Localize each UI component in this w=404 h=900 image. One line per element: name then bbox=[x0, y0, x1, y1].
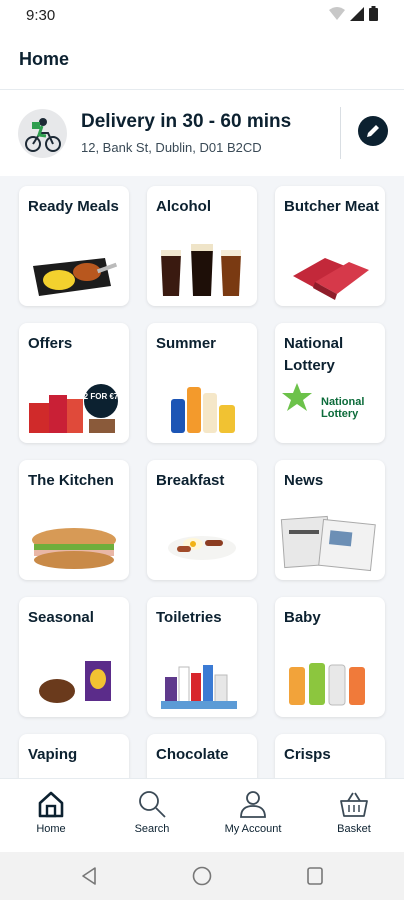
category-tile-national-lottery[interactable]: National Lottery National Lottery bbox=[275, 323, 385, 443]
status-icons bbox=[329, 6, 378, 21]
category-tile-baby[interactable]: Baby bbox=[275, 597, 385, 717]
category-label: National Lottery bbox=[284, 335, 344, 374]
nav-home[interactable]: Home bbox=[6, 789, 96, 835]
ready-meal-tray-icon bbox=[33, 258, 118, 296]
nav-basket-label: Basket bbox=[337, 823, 371, 835]
beer-glasses-icon bbox=[161, 244, 241, 296]
category-label: Crisps bbox=[284, 746, 331, 763]
search-icon bbox=[139, 791, 166, 818]
app-header: Home bbox=[0, 30, 404, 90]
battery-icon bbox=[369, 6, 378, 21]
category-tile-breakfast[interactable]: Breakfast bbox=[147, 460, 257, 580]
delivery-rider-icon bbox=[18, 109, 67, 158]
home-circle-icon[interactable] bbox=[192, 866, 212, 886]
nav-search-label: Search bbox=[134, 823, 170, 835]
nav-home-label: Home bbox=[36, 823, 66, 835]
category-tile-summer[interactable]: Summer bbox=[147, 323, 257, 443]
category-tile-toiletries[interactable]: Toiletries bbox=[147, 597, 257, 717]
breakfast-plate-icon bbox=[168, 536, 236, 560]
basket-icon bbox=[340, 792, 368, 817]
category-label: Alcohol bbox=[156, 198, 211, 215]
category-tile-ready-meals[interactable]: Ready Meals bbox=[19, 186, 129, 306]
category-label: Breakfast bbox=[156, 472, 225, 489]
delivery-banner[interactable]: Delivery in 30 - 60 mins 12, Bank St, Du… bbox=[0, 91, 404, 175]
category-tile-butcher-meat[interactable]: Butcher Meat bbox=[275, 186, 385, 306]
system-nav-bar bbox=[0, 852, 404, 900]
category-label: Butcher Meat bbox=[284, 198, 380, 215]
page-title: Home bbox=[19, 49, 70, 69]
account-icon bbox=[240, 791, 266, 818]
home-icon bbox=[38, 791, 64, 818]
delivery-time-title: Delivery in 30 - 60 mins bbox=[81, 111, 292, 132]
nav-search[interactable]: Search bbox=[107, 789, 197, 835]
category-tile-alcohol[interactable]: Alcohol bbox=[147, 186, 257, 306]
category-label: Summer bbox=[156, 335, 217, 352]
category-label: Seasonal bbox=[28, 609, 94, 626]
pencil-icon bbox=[367, 125, 379, 137]
category-label: Vaping bbox=[28, 746, 78, 763]
status-time: 9:30 bbox=[26, 7, 56, 24]
category-grid: Ready Meals Alcohol Butcher Meat Offers … bbox=[19, 186, 385, 778]
category-tile-seasonal[interactable]: Seasonal bbox=[19, 597, 129, 717]
status-bar: 9:30 bbox=[0, 0, 404, 30]
bottom-nav: Home Search My Account Basket bbox=[0, 778, 404, 852]
category-tile-the-kitchen[interactable]: The Kitchen bbox=[19, 460, 129, 580]
edit-address-button[interactable] bbox=[358, 116, 388, 146]
category-tile-news[interactable]: News bbox=[275, 460, 385, 580]
category-grid-area: Ready Meals Alcohol Butcher Meat Offers … bbox=[0, 176, 404, 778]
category-tile-offers[interactable]: Offers 2 FOR €7 bbox=[19, 323, 129, 443]
category-label: News bbox=[284, 472, 324, 489]
category-label: Toiletries bbox=[156, 609, 222, 626]
category-label: Baby bbox=[284, 609, 321, 626]
nav-basket[interactable]: Basket bbox=[309, 789, 399, 835]
national-lottery-logo-text: National Lottery bbox=[321, 396, 365, 420]
offer-products-icon: 2 FOR €7 bbox=[29, 384, 119, 433]
recents-icon[interactable] bbox=[306, 866, 324, 886]
sun-cream-bottles-icon bbox=[171, 387, 235, 433]
easter-eggs-icon bbox=[39, 661, 111, 703]
back-icon[interactable] bbox=[80, 866, 98, 886]
baguette-sandwich-icon bbox=[32, 528, 116, 569]
newspapers-icon bbox=[280, 515, 376, 572]
signal-icon bbox=[350, 6, 364, 21]
wifi-icon bbox=[329, 6, 345, 20]
divider bbox=[340, 107, 341, 159]
category-label: The Kitchen bbox=[28, 472, 114, 489]
toiletries-icon bbox=[161, 665, 237, 709]
category-label: Ready Meals bbox=[28, 198, 119, 215]
raw-meat-icon bbox=[293, 258, 369, 300]
category-tile-vaping[interactable]: Vaping bbox=[19, 734, 129, 778]
category-label: Chocolate bbox=[156, 746, 229, 763]
category-tile-crisps[interactable]: Crisps bbox=[275, 734, 385, 778]
category-tile-chocolate[interactable]: Chocolate bbox=[147, 734, 257, 778]
delivery-address: 12, Bank St, Dublin, D01 B2CD bbox=[81, 140, 262, 155]
nav-my-account-label: My Account bbox=[224, 823, 282, 835]
category-label: Offers bbox=[28, 335, 73, 352]
nav-my-account[interactable]: My Account bbox=[208, 789, 298, 835]
offer-badge-text: 2 FOR €7 bbox=[84, 392, 119, 401]
baby-food-bottles-icon bbox=[289, 663, 365, 706]
